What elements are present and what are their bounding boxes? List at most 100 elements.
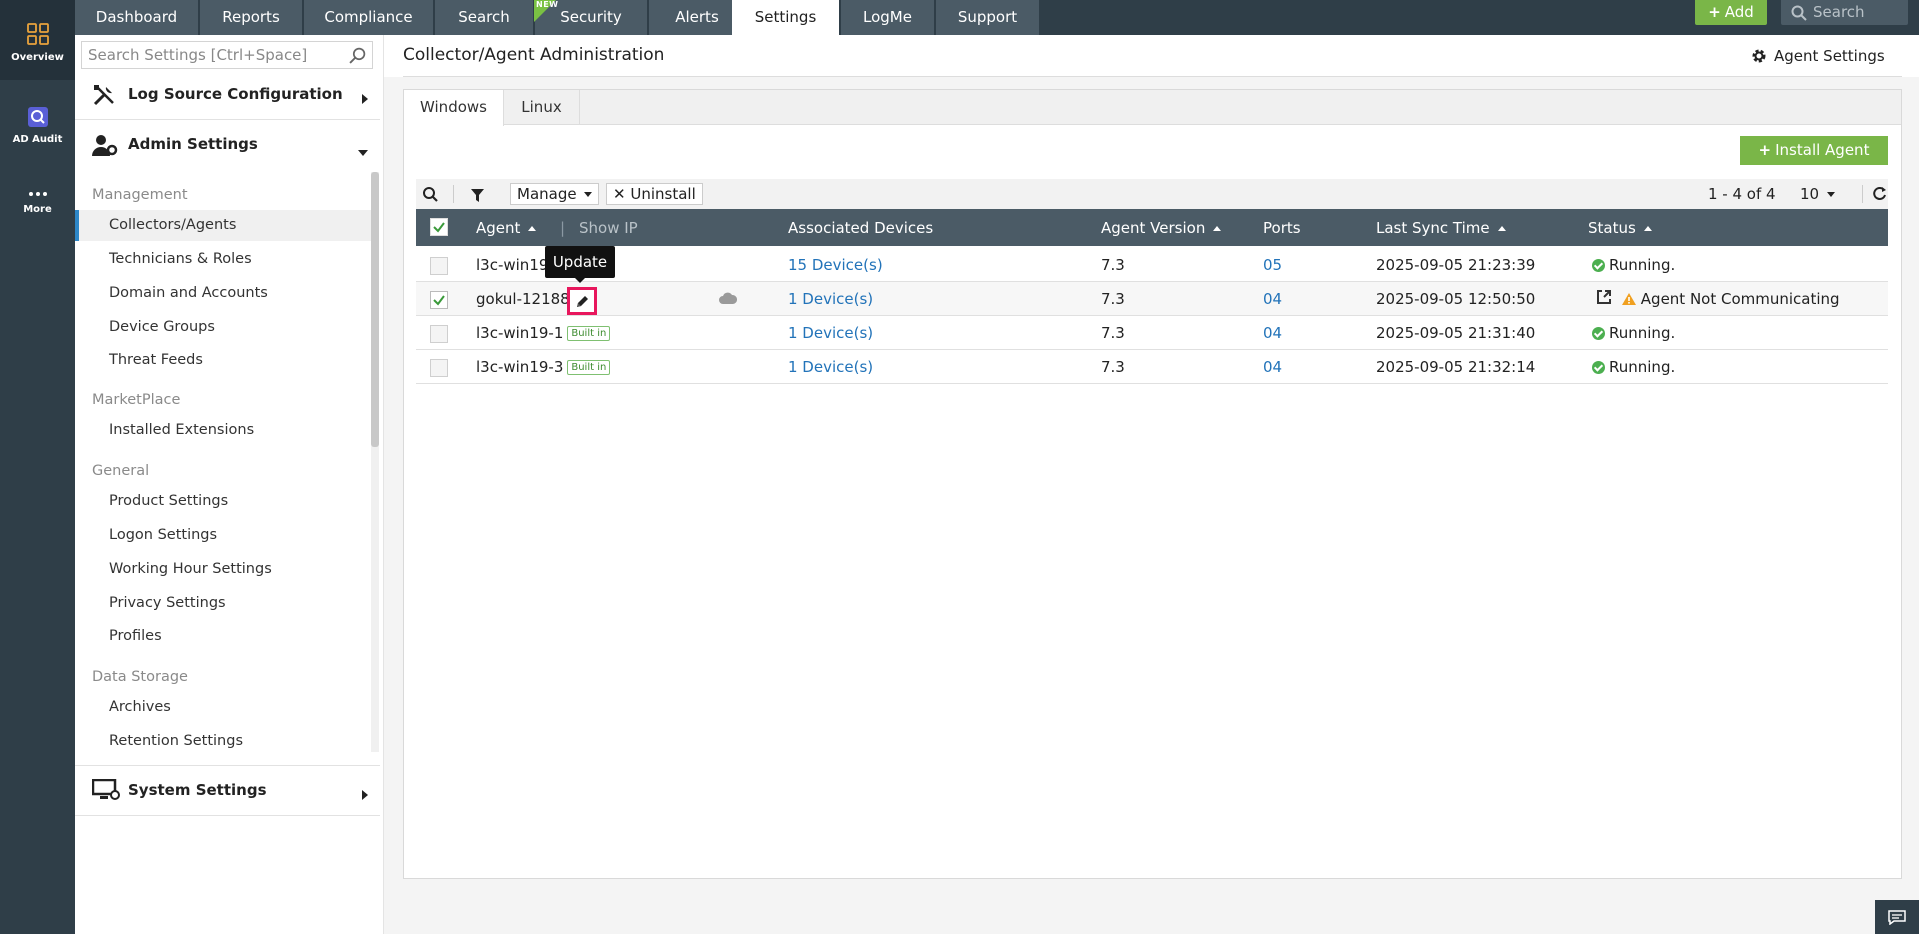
sidebar-item-threat-feeds[interactable]: Threat Feeds: [75, 345, 375, 376]
ports-link[interactable]: 04: [1263, 358, 1282, 376]
sidebar-item-product-settings[interactable]: Product Settings: [75, 486, 375, 517]
column-ports[interactable]: Ports: [1263, 219, 1301, 237]
more-dots-icon: [28, 190, 48, 201]
uninstall-button[interactable]: ✕ Uninstall: [606, 183, 703, 205]
column-agent[interactable]: Agent: [476, 219, 537, 237]
caret-right-icon: [362, 90, 368, 108]
tab-settings[interactable]: Settings: [732, 0, 840, 36]
top-nav: Dashboard Reports Compliance Search Secu…: [75, 0, 1919, 36]
column-agent-version[interactable]: Agent Version: [1101, 219, 1222, 237]
devices-link[interactable]: 1 Device(s): [788, 324, 873, 342]
install-agent-button[interactable]: + Install Agent: [1740, 136, 1888, 165]
sidebar-item-domain-accounts[interactable]: Domain and Accounts: [75, 278, 375, 309]
section-log-source-configuration[interactable]: Log Source Configuration: [75, 70, 380, 120]
section-label: System Settings: [128, 781, 267, 799]
chat-button[interactable]: [1875, 900, 1919, 934]
tab-reports[interactable]: Reports: [200, 0, 303, 35]
ad-audit-icon: [27, 106, 49, 131]
sidebar-item-profiles[interactable]: Profiles: [75, 621, 375, 652]
row-checkbox[interactable]: [430, 325, 448, 343]
cloud-icon[interactable]: [719, 290, 738, 308]
settings-search-input[interactable]: Search Settings [Ctrl+Space]: [81, 41, 373, 69]
update-tooltip: Update: [545, 246, 615, 283]
sidebar-scrollbar-thumb[interactable]: [371, 172, 379, 447]
sidebar-item-retention-settings[interactable]: Retention Settings: [75, 726, 375, 757]
status-text: Running.: [1609, 256, 1676, 274]
devices-link[interactable]: 1 Device(s): [788, 358, 873, 376]
top-search-placeholder: Search: [1813, 3, 1865, 21]
monitor-gear-icon: [91, 778, 120, 805]
tab-logme[interactable]: LogMe: [841, 0, 935, 35]
uninstall-label: Uninstall: [630, 185, 696, 203]
built-in-badge: Built in: [567, 360, 611, 375]
per-page-dropdown[interactable]: 10: [1800, 185, 1835, 203]
manage-label: Manage: [517, 185, 577, 203]
tab-search[interactable]: Search: [435, 0, 534, 35]
row-checkbox[interactable]: [430, 257, 448, 275]
tab-dashboard[interactable]: Dashboard: [75, 0, 199, 35]
tab-compliance[interactable]: Compliance: [304, 0, 434, 35]
column-associated-devices[interactable]: Associated Devices: [788, 219, 933, 237]
section-system-settings[interactable]: System Settings: [75, 765, 380, 816]
table-search-icon[interactable]: [422, 186, 440, 207]
row-checkbox[interactable]: [430, 291, 448, 309]
sidebar-item-device-groups[interactable]: Device Groups: [75, 312, 375, 343]
new-badge-text: NEW: [536, 0, 559, 9]
install-agent-label: Install Agent: [1775, 141, 1870, 159]
sidebar-item-privacy-settings[interactable]: Privacy Settings: [75, 588, 375, 619]
rail-item-overview[interactable]: Overview: [0, 0, 75, 80]
sidebar-item-logon-settings[interactable]: Logon Settings: [75, 520, 375, 551]
tab-linux[interactable]: Linux: [504, 90, 580, 125]
caret-down-icon: [358, 142, 368, 160]
filter-icon[interactable]: [471, 188, 484, 206]
agent-version: 7.3: [1101, 324, 1125, 342]
tab-windows[interactable]: Windows: [404, 90, 504, 126]
table-row[interactable]: gokul-12188 1 Device(s) 7.3 04 2025-09-0…: [416, 282, 1888, 316]
os-tabs: Windows Linux: [404, 90, 1901, 126]
external-link-icon[interactable]: [1596, 289, 1612, 309]
sidebar-item-archives[interactable]: Archives: [75, 692, 375, 723]
status-running: Running.: [1592, 358, 1675, 376]
edit-agent-button[interactable]: [567, 287, 597, 315]
ports-link[interactable]: 05: [1263, 256, 1282, 274]
rail-item-ad-audit[interactable]: AD Audit: [0, 106, 75, 156]
column-label: Last Sync Time: [1376, 219, 1490, 237]
agent-settings-link[interactable]: Agent Settings: [1752, 47, 1885, 65]
sidebar-item-collectors-agents[interactable]: Collectors/Agents: [75, 210, 375, 241]
check-circle-icon: [1592, 259, 1605, 272]
divider: [403, 76, 1902, 77]
status-text: Running.: [1609, 324, 1676, 342]
section-label: Log Source Configuration: [128, 85, 343, 103]
top-search-input[interactable]: Search: [1781, 0, 1908, 25]
column-status[interactable]: Status: [1588, 219, 1652, 237]
devices-link[interactable]: 1 Device(s): [788, 290, 873, 308]
table-row[interactable]: l3c-win19-1 Built in 1 Device(s) 7.3 04 2…: [416, 316, 1888, 350]
section-admin-settings[interactable]: Admin Settings: [75, 120, 380, 170]
show-ip-toggle[interactable]: Show IP: [579, 219, 638, 237]
rail-item-more[interactable]: More: [0, 190, 75, 230]
select-all-checkbox[interactable]: [430, 218, 448, 236]
table-row[interactable]: l3c-win19- 15 Device(s) 7.3 05 2025-09-0…: [416, 248, 1888, 282]
tab-support[interactable]: Support: [936, 0, 1040, 35]
refresh-icon[interactable]: [1872, 186, 1887, 205]
check-circle-icon: [1592, 327, 1605, 340]
sidebar-item-technicians-roles[interactable]: Technicians & Roles: [75, 244, 375, 275]
overview-grid-icon: [26, 22, 50, 49]
add-button[interactable]: + Add: [1695, 0, 1767, 25]
table-row[interactable]: l3c-win19-3 Built in 1 Device(s) 7.3 04 2…: [416, 350, 1888, 384]
check-icon: [433, 222, 445, 233]
sidebar-item-installed-extensions[interactable]: Installed Extensions: [75, 415, 375, 446]
devices-link[interactable]: 15 Device(s): [788, 256, 883, 274]
settings-sidebar: Search Settings [Ctrl+Space] Log Source …: [75, 35, 384, 934]
ports-link[interactable]: 04: [1263, 324, 1282, 342]
last-sync-time: 2025-09-05 21:32:14: [1376, 358, 1536, 376]
ports-link[interactable]: 04: [1263, 290, 1282, 308]
agent-name: l3c-win19-1: [476, 324, 564, 342]
row-checkbox[interactable]: [430, 359, 448, 377]
rail-label: More: [23, 204, 52, 215]
manage-dropdown[interactable]: Manage: [510, 183, 600, 205]
sidebar-item-working-hour-settings[interactable]: Working Hour Settings: [75, 554, 375, 585]
pagination-info: 1 - 4 of 4: [1708, 185, 1776, 203]
column-last-sync-time[interactable]: Last Sync Time: [1376, 219, 1506, 237]
column-label: Status: [1588, 219, 1636, 237]
